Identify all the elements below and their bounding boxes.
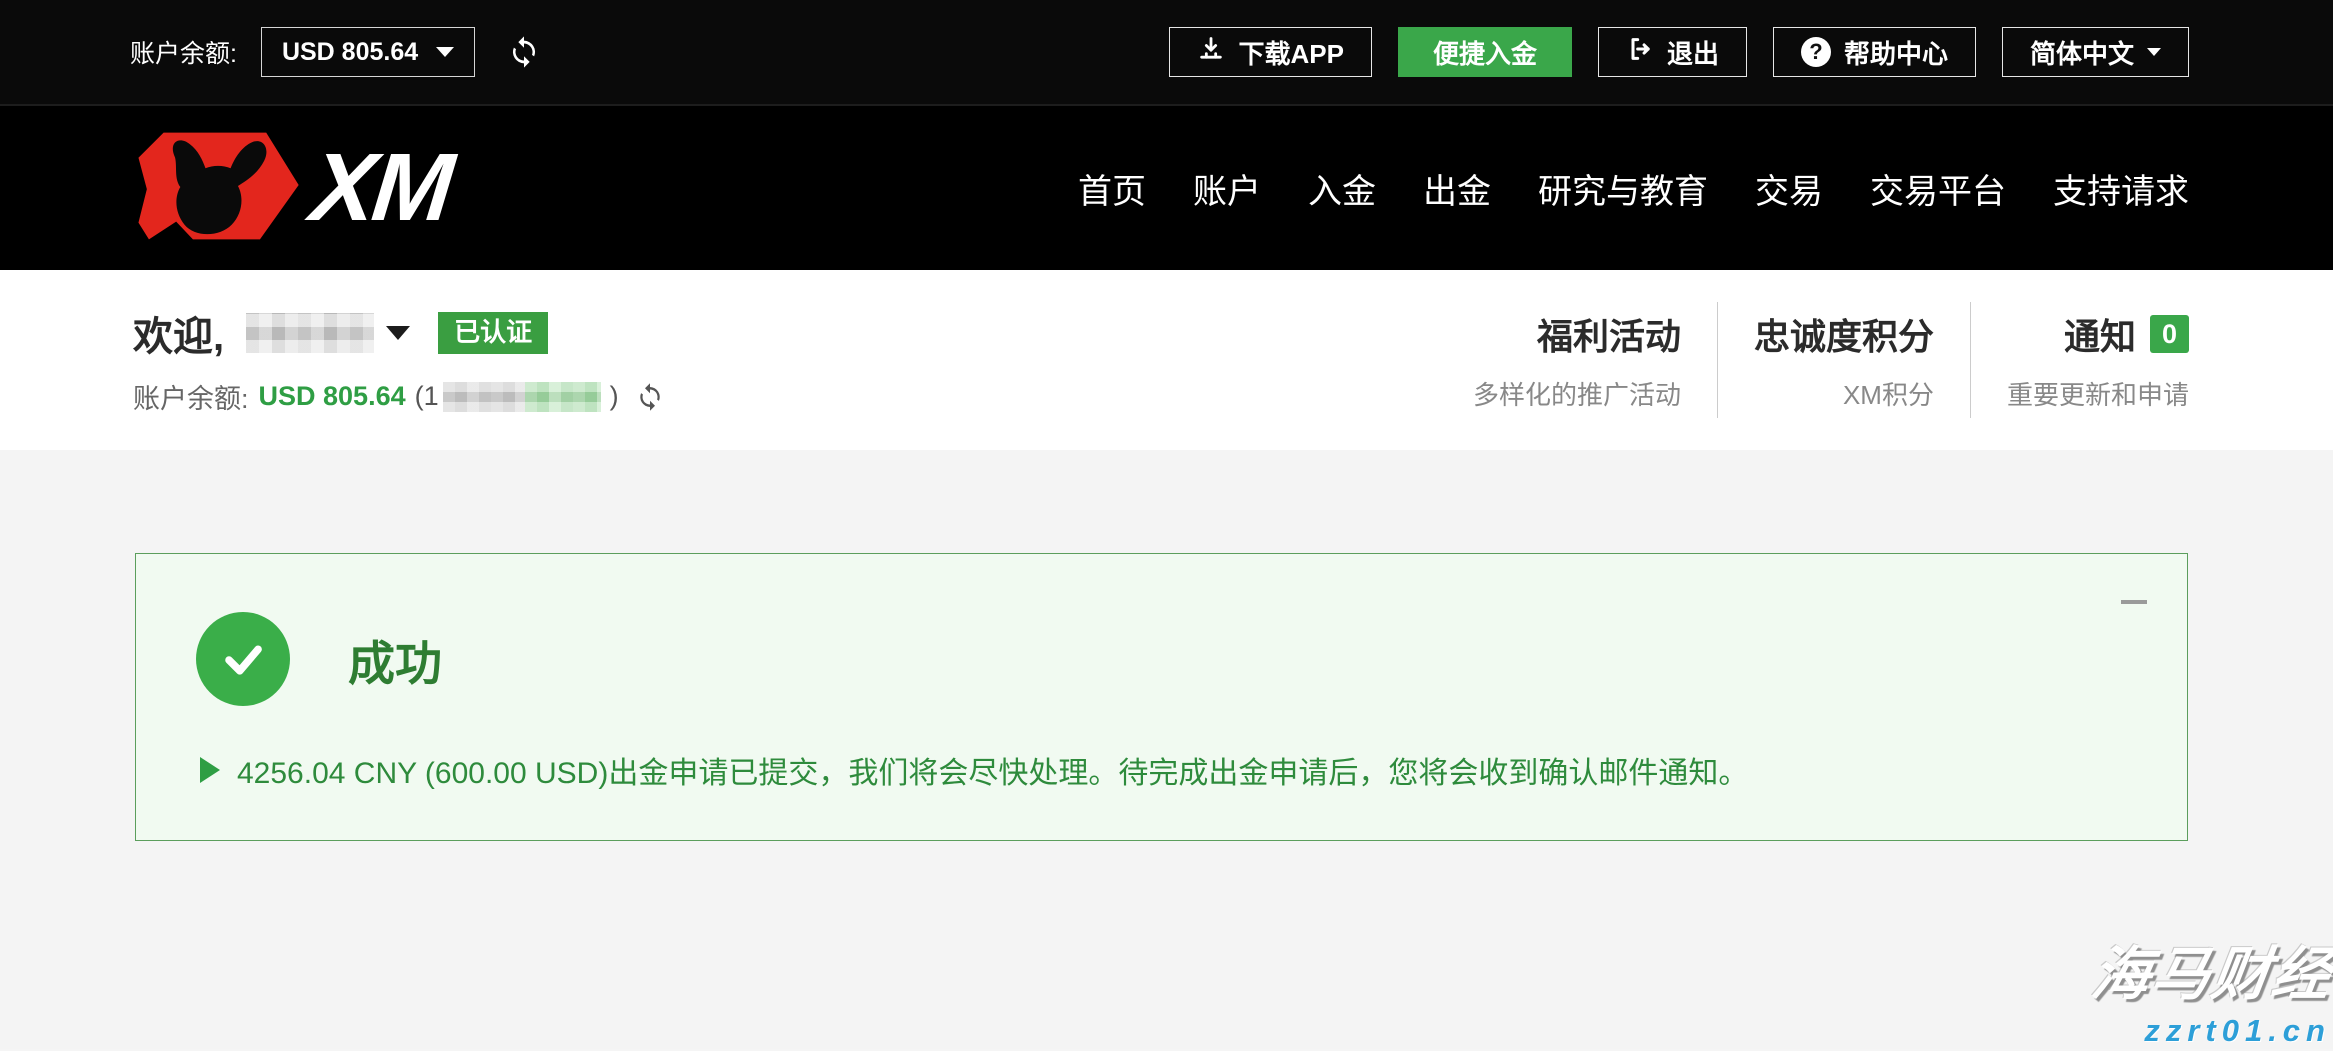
success-check-icon	[196, 612, 290, 706]
nav-item-support[interactable]: 支持请求	[2053, 164, 2189, 213]
quick-link-loyalty[interactable]: 忠诚度积分 XM积分	[1717, 302, 1970, 418]
username-redacted	[246, 313, 374, 353]
nav-item-trading[interactable]: 交易	[1755, 164, 1823, 213]
chevron-down-icon	[436, 47, 454, 57]
language-selector-button[interactable]: 简体中文	[2002, 27, 2189, 77]
nav-menu: 首页 账户 入金 出金 研究与教育 交易 交易平台 支持请求	[1078, 164, 2189, 213]
alert-title: 成功	[348, 625, 442, 694]
nav-item-home[interactable]: 首页	[1078, 164, 1146, 213]
nav-item-deposit[interactable]: 入金	[1308, 164, 1376, 213]
main-navbar: XM 首页 账户 入金 出金 研究与教育 交易 交易平台 支持请求	[0, 106, 2333, 270]
question-mark-icon: ?	[1801, 37, 1831, 67]
notification-count-badge: 0	[2150, 315, 2189, 353]
nav-item-research-education[interactable]: 研究与教育	[1538, 164, 1708, 213]
topbar-actions: 下载APP 便捷入金 退出 ? 帮助中心 简体中文	[1169, 27, 2189, 77]
quick-deposit-button[interactable]: 便捷入金	[1398, 27, 1572, 77]
nav-item-platforms[interactable]: 交易平台	[1870, 164, 2006, 213]
account-number-redacted	[443, 382, 525, 412]
account-balance-value: USD 805.64	[282, 38, 418, 67]
chevron-down-icon	[2147, 48, 2161, 56]
quick-links: 福利活动 多样化的推广活动 忠诚度积分 XM积分 通知 0 重要更新和申请	[1437, 302, 2189, 418]
alert-message: 4256.04 CNY (600.00 USD)出金申请已提交，我们将会尽快处理…	[237, 748, 1748, 792]
success-alert: 成功 4256.04 CNY (600.00 USD)出金申请已提交，我们将会尽…	[135, 553, 2188, 841]
download-icon	[1197, 35, 1225, 70]
site-watermark: 海马财经 zzrt01.cn	[2093, 927, 2333, 1049]
help-center-button[interactable]: ? 帮助中心	[1773, 27, 1976, 77]
refresh-account-icon[interactable]	[635, 382, 665, 412]
quick-link-promotions[interactable]: 福利活动 多样化的推广活动	[1437, 302, 1717, 418]
welcome-greeting: 欢迎,	[133, 304, 224, 362]
welcome-user-block: 欢迎, 已认证 账户余额: USD 805.64 (1 )	[133, 304, 665, 416]
nav-item-withdraw[interactable]: 出金	[1423, 164, 1491, 213]
top-bar: 账户余额: USD 805.64 下载APP 便捷入金 退出 ? 帮助中心 简体…	[0, 0, 2333, 106]
collapse-alert-icon[interactable]	[2121, 600, 2147, 604]
account-type-redacted	[525, 382, 601, 412]
xm-bull-mark-icon	[128, 128, 306, 249]
logout-button[interactable]: 退出	[1598, 27, 1747, 77]
account-balance-dropdown[interactable]: USD 805.64	[261, 27, 475, 77]
download-app-button[interactable]: 下载APP	[1169, 27, 1371, 77]
watermark-url: zzrt01.cn	[2093, 1013, 2333, 1049]
verified-badge: 已认证	[438, 312, 548, 354]
xm-logo[interactable]: XM	[128, 128, 450, 249]
account-switcher-caret-icon[interactable]	[386, 326, 410, 340]
welcome-balance-value: USD 805.64	[259, 381, 406, 412]
xm-logo-text: XM	[307, 140, 455, 236]
nav-item-account[interactable]: 账户	[1193, 164, 1261, 213]
logout-icon	[1626, 35, 1654, 70]
main-content: 成功 4256.04 CNY (600.00 USD)出金申请已提交，我们将会尽…	[0, 450, 2333, 1049]
watermark-title: 海马财经	[2087, 927, 2333, 1011]
account-number-prefix: (1	[415, 381, 439, 412]
quick-link-notifications[interactable]: 通知 0 重要更新和申请	[1970, 302, 2189, 418]
welcome-balance-label: 账户余额:	[133, 377, 249, 416]
welcome-strip: 欢迎, 已认证 账户余额: USD 805.64 (1 ) 福利活动 多样化的推…	[0, 270, 2333, 450]
refresh-balance-icon[interactable]	[507, 35, 541, 69]
bullet-triangle-icon	[200, 757, 220, 783]
account-number-suffix: )	[610, 381, 619, 412]
account-balance-label: 账户余额:	[130, 34, 237, 70]
